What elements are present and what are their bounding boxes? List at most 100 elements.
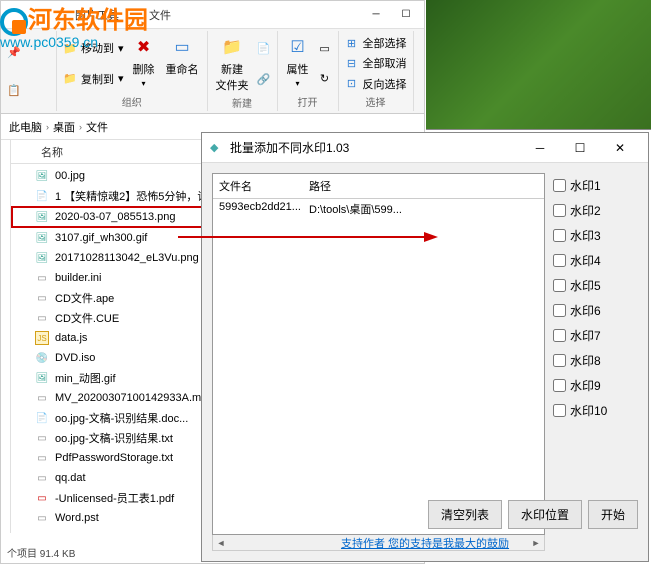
breadcrumb-root[interactable]: 此电脑 <box>9 119 42 135</box>
minimize-button[interactable]: ─ <box>362 5 390 25</box>
watermark-checkbox-5[interactable]: 水印5 <box>553 277 638 294</box>
file-icon: ▭ <box>35 391 49 405</box>
file-name: min_动图.gif <box>55 370 116 386</box>
title-tab-2[interactable]: 文件 <box>149 7 171 23</box>
breadcrumb-seg-2[interactable]: 文件 <box>86 119 108 135</box>
checkbox[interactable] <box>553 304 566 317</box>
minimize-button[interactable]: ─ <box>520 134 560 162</box>
delete-button[interactable]: ✖删除▾ <box>128 33 160 94</box>
checkbox[interactable] <box>553 354 566 367</box>
checkbox-label: 水印6 <box>570 302 601 319</box>
file-icon: 🖼 <box>35 231 49 245</box>
file-icon: 🖼 <box>35 251 49 265</box>
file-icon: JS <box>35 331 49 345</box>
pin-button[interactable]: 📌 <box>5 44 23 60</box>
file-name: oo.jpg-文稿-识别结果.txt <box>55 430 173 446</box>
file-name: -Unlicensed-员工表1.pdf <box>55 490 174 506</box>
checkbox[interactable] <box>553 279 566 292</box>
watermark-checkbox-3[interactable]: 水印3 <box>553 227 638 244</box>
checkbox[interactable] <box>553 379 566 392</box>
open-button[interactable]: ▭ <box>316 40 334 56</box>
folder-move-icon: 📁 <box>63 41 77 55</box>
col-path[interactable]: 路径 <box>309 178 331 194</box>
properties-button[interactable]: ☑属性▾ <box>282 33 314 94</box>
title-tab-1[interactable]: 图片工具 <box>75 7 119 23</box>
watermark-checkbox-10[interactable]: 水印10 <box>553 402 638 419</box>
checkbox[interactable] <box>553 254 566 267</box>
select-invert-icon: ⊡ <box>345 77 359 91</box>
close-button[interactable]: ✕ <box>600 134 640 162</box>
file-name: CD文件.ape <box>55 290 114 306</box>
chevron-right-icon: › <box>79 122 82 132</box>
ribbon-group-new: 新建 <box>212 95 273 110</box>
file-icon: ▭ <box>35 471 49 485</box>
watermark-checkbox-2[interactable]: 水印2 <box>553 202 638 219</box>
watermark-position-button[interactable]: 水印位置 <box>508 500 582 529</box>
file-name: qq.dat <box>55 472 86 484</box>
watermark-checkbox-6[interactable]: 水印6 <box>553 302 638 319</box>
ribbon-toolbar: 📌 📋 📁移动到 ▾ 📁复制到 ▾ ✖删除▾ ▭重命名 组织 📁新建 文件夹 <box>1 29 424 114</box>
desktop-background <box>426 0 651 130</box>
support-link[interactable]: 支持作者 您的支持是我最大的鼓励 <box>212 535 638 551</box>
new-folder-button[interactable]: 📁新建 文件夹 <box>212 33 253 95</box>
file-name: PdfPasswordStorage.txt <box>55 452 173 464</box>
file-icon: 📄 <box>35 189 49 203</box>
maximize-button[interactable]: ☐ <box>560 134 600 162</box>
select-none-button[interactable]: ⊟全部取消 <box>343 54 409 72</box>
file-name: DVD.iso <box>55 352 95 364</box>
explorer-titlebar: 图片工具 文件 ─ ☐ <box>1 1 424 29</box>
maximize-button[interactable]: ☐ <box>392 5 420 25</box>
new-item-button[interactable]: 📄 <box>255 41 273 57</box>
rename-icon: ▭ <box>170 35 194 59</box>
list-item[interactable]: 5993ecb2dd21... D:\tools\桌面\599... <box>213 199 544 219</box>
select-all-button[interactable]: ⊞全部选择 <box>343 34 409 52</box>
dialog-title: 批量添加不同水印1.03 <box>230 139 520 156</box>
copy-button[interactable]: 📋 <box>5 82 23 98</box>
file-name: 2020-03-07_085513.png <box>55 211 176 223</box>
checkbox-label: 水印4 <box>570 252 601 269</box>
checkbox-label: 水印2 <box>570 202 601 219</box>
file-icon: ▭ <box>35 511 49 525</box>
dialog-titlebar[interactable]: ◆ 批量添加不同水印1.03 ─ ☐ ✕ <box>202 133 648 163</box>
delete-icon: ✖ <box>132 35 156 59</box>
checkbox-label: 水印3 <box>570 227 601 244</box>
file-name: 20171028113042_eL3Vu.png <box>55 252 199 264</box>
file-icon: 🖼 <box>35 371 49 385</box>
nav-pane-sliver <box>1 140 11 533</box>
file-icon: ▭ <box>35 531 49 533</box>
select-none-icon: ⊟ <box>345 56 359 70</box>
rename-button[interactable]: ▭重命名 <box>162 33 203 94</box>
file-list[interactable]: 文件名 路径 5993ecb2dd21... D:\tools\桌面\599..… <box>212 173 545 535</box>
checkbox[interactable] <box>553 179 566 192</box>
select-invert-button[interactable]: ⊡反向选择 <box>343 75 409 93</box>
clear-list-button[interactable]: 清空列表 <box>428 500 502 529</box>
checkbox-label: 水印9 <box>570 377 601 394</box>
watermark-dialog: ◆ 批量添加不同水印1.03 ─ ☐ ✕ 文件名 路径 5993ecb2dd21… <box>201 132 649 562</box>
checkbox[interactable] <box>553 404 566 417</box>
pin-icon: 📌 <box>7 45 21 59</box>
col-filename[interactable]: 文件名 <box>219 178 309 194</box>
watermark-checkbox-4[interactable]: 水印4 <box>553 252 638 269</box>
watermark-checkbox-8[interactable]: 水印8 <box>553 352 638 369</box>
list-header: 文件名 路径 <box>213 174 544 199</box>
breadcrumb-seg-1[interactable]: 桌面 <box>53 119 75 135</box>
select-all-icon: ⊞ <box>345 36 359 50</box>
start-button[interactable]: 开始 <box>588 500 638 529</box>
ribbon-group-open: 打开 <box>282 94 334 109</box>
watermark-checkbox-7[interactable]: 水印7 <box>553 327 638 344</box>
new-folder-icon: 📁 <box>220 35 244 59</box>
history-button[interactable]: ↻ <box>316 71 334 87</box>
checkbox[interactable] <box>553 204 566 217</box>
copy-to-button[interactable]: 📁复制到 ▾ <box>61 70 126 88</box>
move-to-button[interactable]: 📁移动到 ▾ <box>61 39 126 57</box>
watermark-checkbox-9[interactable]: 水印9 <box>553 377 638 394</box>
watermark-checkbox-1[interactable]: 水印1 <box>553 177 638 194</box>
file-icon: ▭ <box>35 451 49 465</box>
checkbox[interactable] <box>553 229 566 242</box>
ribbon-group-select: 选择 <box>343 94 409 109</box>
properties-icon: ☑ <box>286 35 310 59</box>
checkbox-label: 水印1 <box>570 177 601 194</box>
easy-access-button[interactable]: 🔗 <box>255 72 273 88</box>
checkbox[interactable] <box>553 329 566 342</box>
file-name: oo.jpg-文稿-识别结果.doc... <box>55 410 188 426</box>
